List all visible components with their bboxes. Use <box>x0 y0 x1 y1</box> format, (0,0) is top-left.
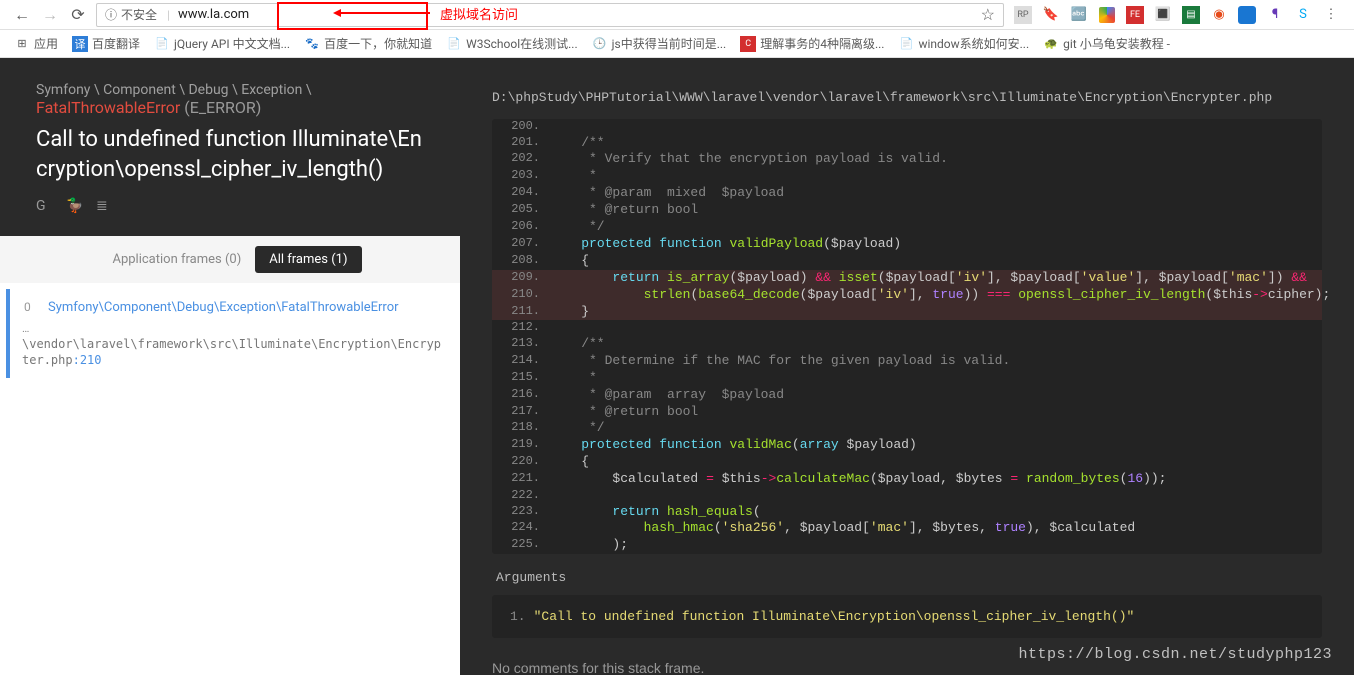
apps-icon: ⊞ <box>14 36 30 52</box>
google-icon[interactable]: G <box>36 198 54 216</box>
ext-icon-5[interactable]: FE <box>1126 6 1144 24</box>
bookmark-star-icon[interactable]: ☆ <box>973 5 1003 24</box>
actions: G 🦆 ≣ <box>36 198 424 216</box>
bookmark-item[interactable]: C理解事务的4种隔离级... <box>734 33 890 54</box>
tab-app-frames[interactable]: Application frames (0) <box>98 246 255 273</box>
annotation-arrow <box>335 12 430 14</box>
annotation-text: 虚拟域名访问 <box>440 4 518 23</box>
ext-icon-8[interactable]: ◉ <box>1210 6 1228 24</box>
url-text: www.la.com <box>178 7 249 22</box>
ext-icon-7[interactable]: ▤ <box>1182 6 1200 24</box>
menu-icon[interactable]: ⋮ <box>1322 6 1340 24</box>
reload-button[interactable]: ⟳ <box>64 1 92 29</box>
bookmark-item[interactable]: 📄window系统如何安... <box>892 33 1035 54</box>
frame-number: 0 <box>24 300 31 314</box>
ext-icon-1[interactable]: RP <box>1014 6 1032 24</box>
bm-icon: 🐾 <box>304 36 320 52</box>
bm-icon: 🐢 <box>1043 36 1059 52</box>
exception-header: Symfony \ Component \ Debug \ Exception … <box>0 58 460 236</box>
watermark: https://blog.csdn.net/studyphp123 <box>1018 646 1332 663</box>
ext-icon-3[interactable]: 🔤 <box>1070 6 1088 24</box>
bm-icon: 📄 <box>446 36 462 52</box>
bm-icon: C <box>740 36 756 52</box>
code-block: 200. 201. /** 202. * Verify that the enc… <box>492 119 1322 554</box>
exception-class: FatalThrowableError (E_ERROR) <box>36 98 424 117</box>
tab-all-frames[interactable]: All frames (1) <box>255 246 361 273</box>
exception-title: Call to undefined function Illuminate\En… <box>36 125 424 184</box>
sidebar: Symfony \ Component \ Debug \ Exception … <box>0 58 460 675</box>
security-indicator[interactable]: ⓘ 不安全| <box>97 6 178 23</box>
duck-icon[interactable]: 🦆 <box>66 198 84 216</box>
ext-icon-11[interactable]: S <box>1294 6 1312 24</box>
address-bar[interactable]: ⓘ 不安全| www.la.com ☆ <box>96 3 1004 27</box>
bm-icon: 译 <box>72 36 88 52</box>
bookmark-item[interactable]: 译百度翻译 <box>66 33 146 54</box>
exception-namespace: Symfony \ Component \ Debug \ Exception … <box>36 82 424 98</box>
bookmark-item[interactable]: 📄W3School在线测试... <box>440 33 584 54</box>
frame-class: Symfony\Component\Debug\Exception\FatalT… <box>48 299 442 318</box>
bookmark-item[interactable]: 📄jQuery API 中文文档... <box>148 33 296 54</box>
bookmark-bar: ⊞应用 译百度翻译 📄jQuery API 中文文档... 🐾百度一下，你就知道… <box>0 30 1354 58</box>
ext-icon-4[interactable] <box>1098 6 1116 24</box>
arguments-label: Arguments <box>496 570 1318 585</box>
ext-icon-6[interactable]: 🔳 <box>1154 6 1172 24</box>
extensions-area: RP 🔖 🔤 FE 🔳 ▤ ◉ ¶ S ⋮ <box>1008 6 1346 24</box>
bm-icon: 📄 <box>898 36 914 52</box>
frame-tabs: Application frames (0) All frames (1) <box>0 236 460 283</box>
bookmark-item[interactable]: 🐾百度一下，你就知道 <box>298 33 438 54</box>
ext-icon-2[interactable]: 🔖 <box>1042 6 1060 24</box>
main-content: Symfony \ Component \ Debug \ Exception … <box>0 58 1354 675</box>
stack-icon[interactable]: ≣ <box>96 198 114 216</box>
stack-frame[interactable]: 0 Symfony\Component\Debug\Exception\Fata… <box>6 289 454 378</box>
ext-icon-10[interactable]: ¶ <box>1266 6 1284 24</box>
bookmark-item[interactable]: 🕒js中获得当前时间是... <box>586 33 733 54</box>
frame-dots: … <box>22 322 442 335</box>
bm-icon: 📄 <box>154 36 170 52</box>
url-highlight <box>277 2 428 30</box>
argument-item: 1."Call to undefined function Illuminate… <box>510 609 1304 624</box>
ext-icon-9[interactable] <box>1238 6 1256 24</box>
code-panel: D:\phpStudy\PHPTutorial\WWW\laravel\vend… <box>460 58 1354 675</box>
filepath: D:\phpStudy\PHPTutorial\WWW\laravel\vend… <box>492 90 1322 105</box>
forward-button[interactable]: → <box>36 1 64 29</box>
arguments-box: 1."Call to undefined function Illuminate… <box>492 595 1322 638</box>
frame-path: \vendor\laravel\framework\src\Illuminate… <box>22 337 442 368</box>
browser-toolbar: ← → ⟳ ⓘ 不安全| www.la.com ☆ RP 🔖 🔤 FE 🔳 ▤ … <box>0 0 1354 30</box>
apps-button[interactable]: ⊞应用 <box>8 33 64 54</box>
bm-icon: 🕒 <box>592 36 608 52</box>
back-button[interactable]: ← <box>8 1 36 29</box>
bookmark-item[interactable]: 🐢git 小乌龟安装教程 - <box>1037 33 1176 54</box>
